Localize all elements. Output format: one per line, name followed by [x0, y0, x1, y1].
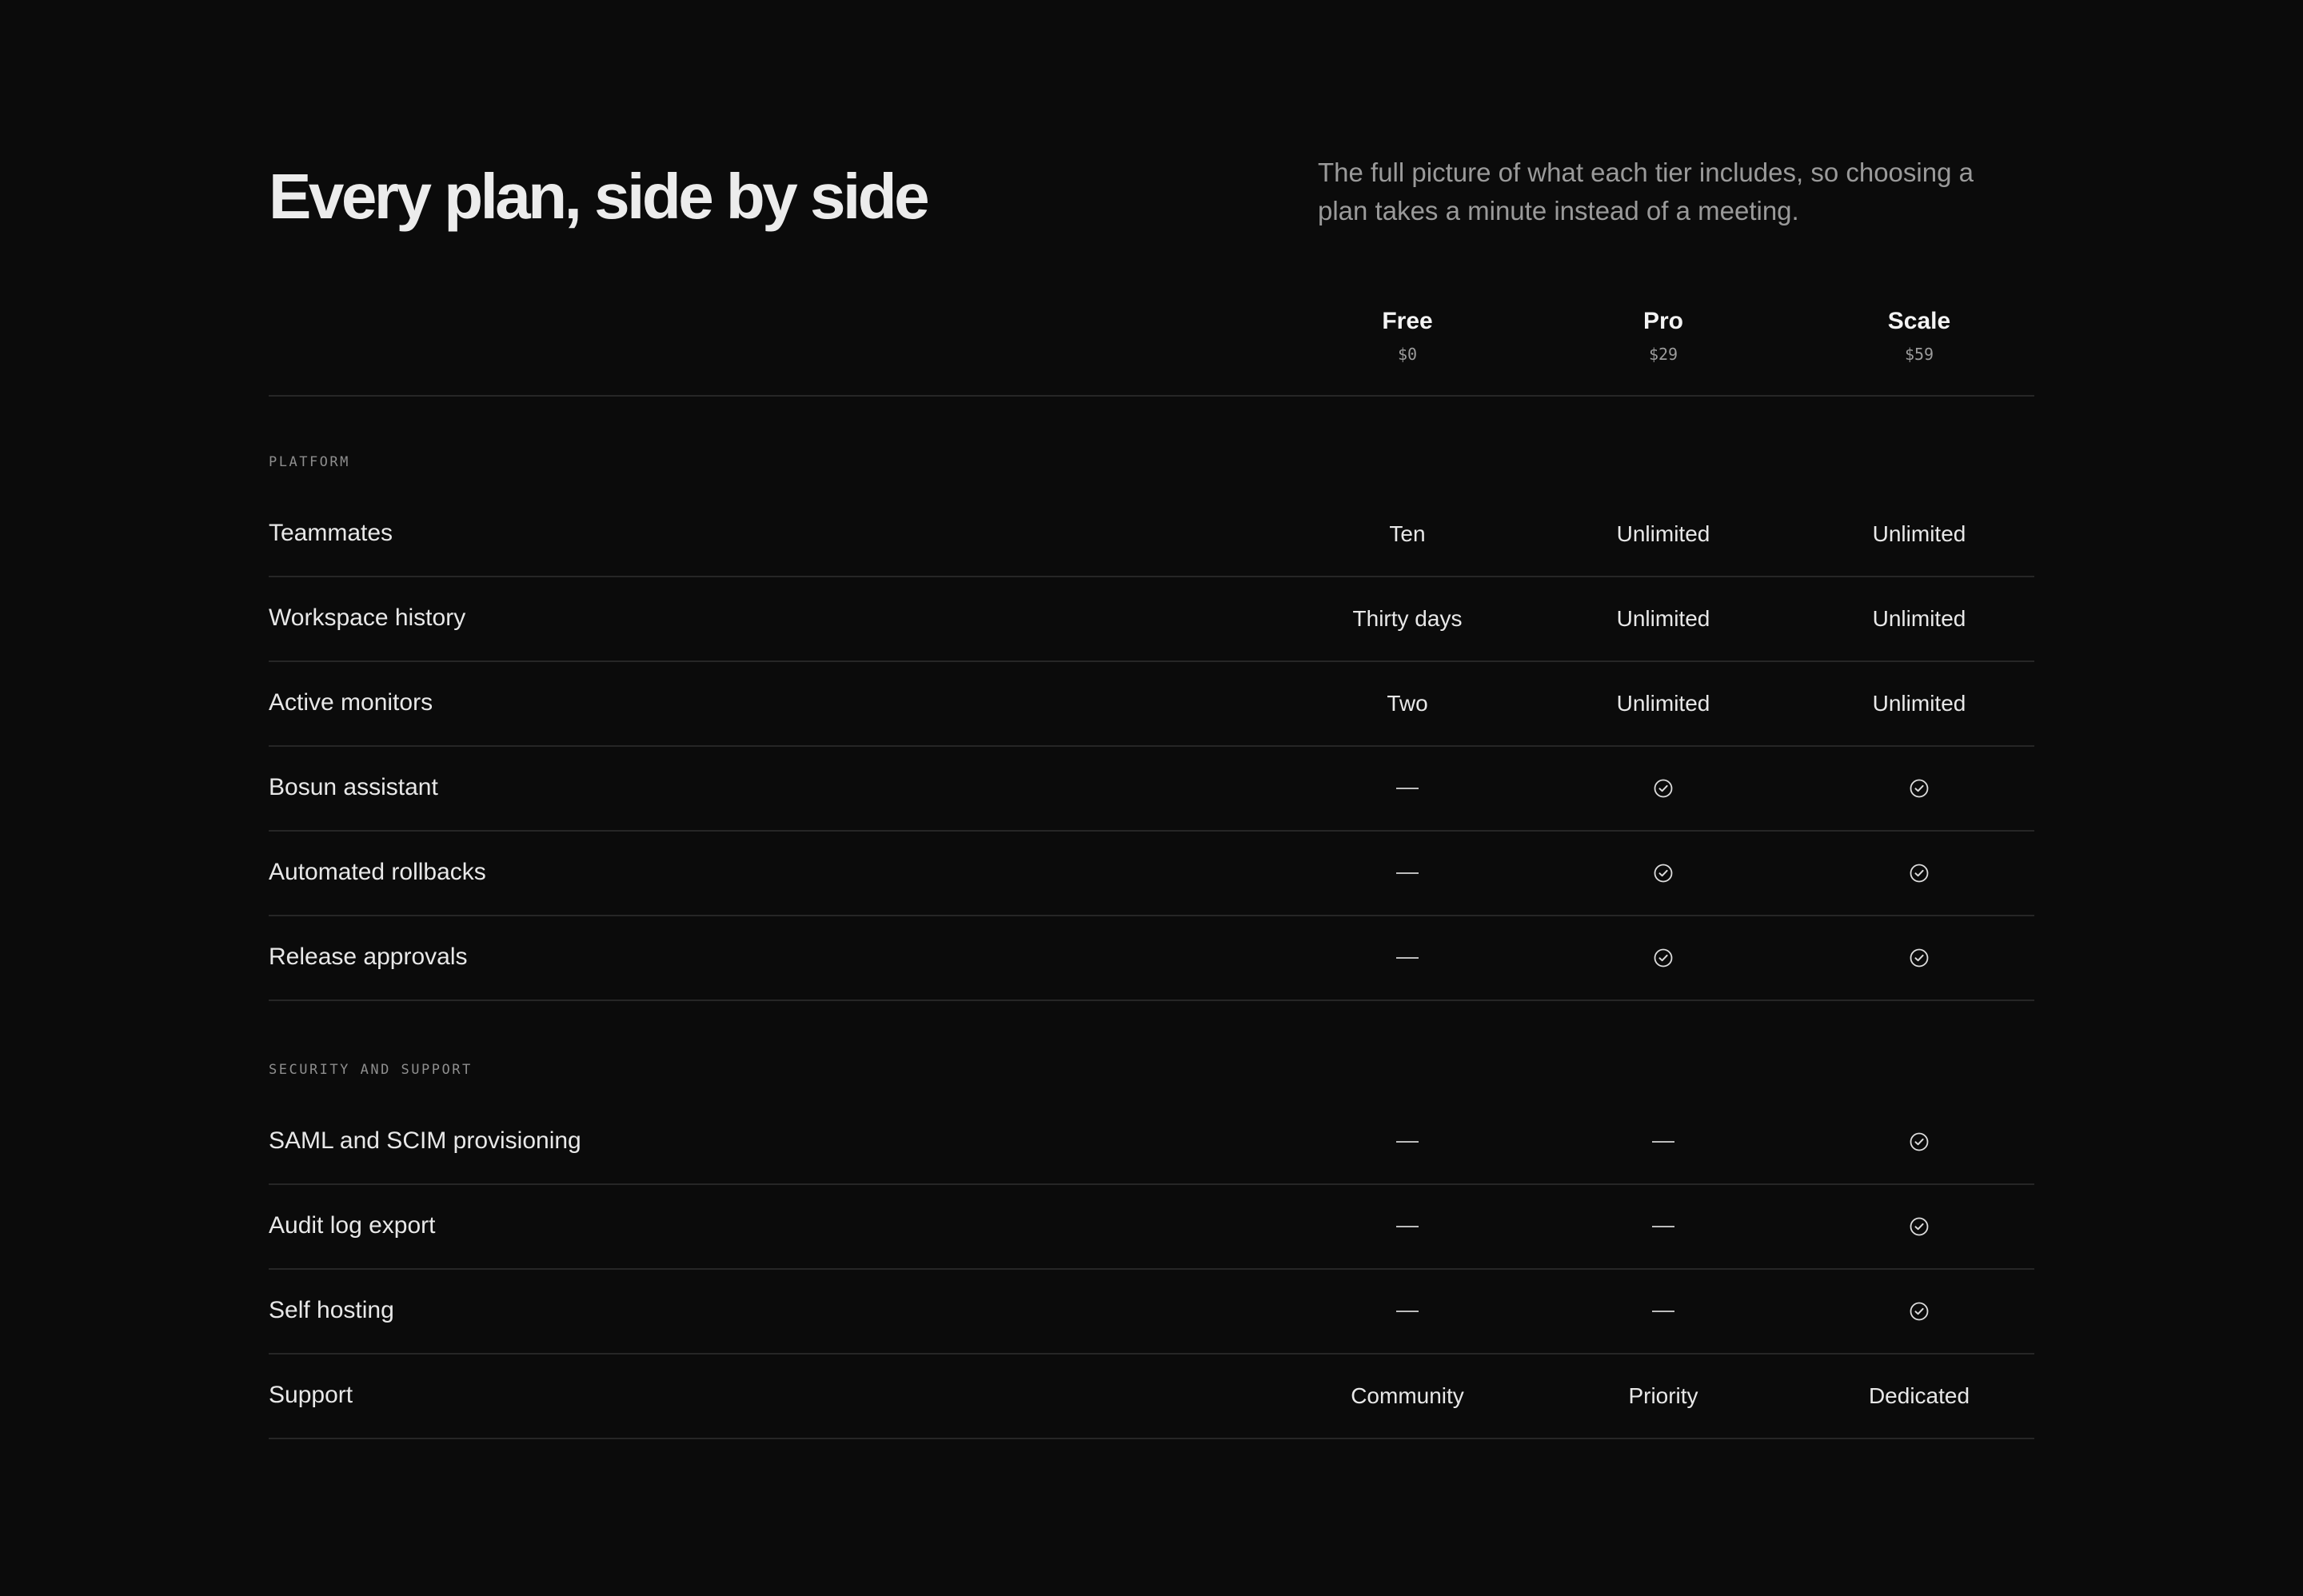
feature-row: Self hosting [269, 1270, 2034, 1355]
feature-name: Self hosting [269, 1297, 394, 1323]
plan-cell [1279, 916, 1535, 999]
check-icon [1654, 779, 1673, 798]
plan-cell: Unlimited [1535, 662, 1791, 745]
plan-column-free: Free $0 [1279, 304, 1535, 366]
check-icon [1654, 948, 1673, 968]
plan-cell [1791, 832, 2047, 915]
plan-cell [1279, 1270, 1535, 1353]
plan-value: Unlimited [1616, 606, 1710, 631]
section-label: PLATFORM [269, 454, 350, 470]
feature-row: Teammates Ten Unlimited Unlimited [269, 493, 2034, 577]
plan-name: Pro [1642, 308, 1683, 334]
page-subtitle: The full picture of what each tier inclu… [1318, 158, 1974, 225]
feature-name: Audit log export [269, 1212, 436, 1239]
plan-value: Unlimited [1872, 606, 1966, 631]
plan-column-pro: Pro $29 [1535, 304, 1791, 366]
feature-name: Support [269, 1382, 353, 1408]
feature-row: Audit log export [269, 1185, 2034, 1270]
check-icon [1910, 1132, 1929, 1151]
feature-name: SAML and SCIM provisioning [269, 1127, 581, 1154]
plan-cell: Community [1279, 1355, 1535, 1438]
plan-value: Unlimited [1616, 521, 1710, 546]
plan-name: Scale [1887, 308, 1951, 334]
plan-value: Dedicated [1868, 1383, 1970, 1408]
dash-icon [1396, 1311, 1419, 1312]
plan-column-scale: Scale $59 [1791, 304, 2047, 366]
plan-cell [1279, 1185, 1535, 1268]
dash-icon [1396, 957, 1419, 959]
feature-row: SAML and SCIM provisioning [269, 1100, 2034, 1185]
plan-cell: Unlimited [1535, 577, 1791, 660]
check-icon [1654, 864, 1673, 883]
plan-cell: Thirty days [1279, 577, 1535, 660]
plan-cell [1791, 747, 2047, 830]
plan-cell: Unlimited [1791, 493, 2047, 576]
plan-value: Two [1387, 691, 1428, 716]
plan-price: $29 [1648, 345, 1678, 364]
plan-price: $0 [1397, 345, 1418, 364]
plan-cell [1535, 747, 1791, 830]
check-icon [1910, 948, 1929, 968]
feature-name: Automated rollbacks [269, 859, 486, 885]
feature-name: Workspace history [269, 604, 466, 631]
dash-icon [1396, 872, 1419, 874]
plan-value: Thirty days [1352, 606, 1463, 631]
plan-cell [1791, 1100, 2047, 1183]
check-icon [1910, 779, 1929, 798]
plan-value: Ten [1389, 521, 1426, 546]
page-title: Every plan, side by side [269, 161, 930, 232]
plan-cell [1535, 1100, 1791, 1183]
plan-cell: Two [1279, 662, 1535, 745]
feature-name: Teammates [269, 520, 393, 546]
plan-cell [1535, 916, 1791, 999]
feature-row: Bosun assistant [269, 747, 2034, 832]
plans-header: Free $0 Pro $29 Scale $59 [269, 304, 2034, 397]
plan-cell [1791, 916, 2047, 999]
dash-icon [1396, 788, 1419, 789]
dash-icon [1396, 1226, 1419, 1227]
plan-cell: Unlimited [1535, 493, 1791, 576]
plan-cell: Dedicated [1791, 1355, 2047, 1438]
plan-value: Unlimited [1872, 691, 1966, 716]
dash-icon [1652, 1311, 1674, 1312]
plan-value: Priority [1628, 1383, 1698, 1408]
plan-cell: Priority [1535, 1355, 1791, 1438]
feature-name: Release approvals [269, 944, 468, 970]
feature-row: Support Community Priority Dedicated [269, 1355, 2034, 1439]
feature-row: Release approvals [269, 916, 2034, 1001]
check-icon [1910, 864, 1929, 883]
plan-cell [1535, 832, 1791, 915]
check-icon [1910, 1302, 1929, 1321]
plan-cell [1535, 1185, 1791, 1268]
plan-cell [1535, 1270, 1791, 1353]
dash-icon [1652, 1226, 1674, 1227]
section-label: SECURITY AND SUPPORT [269, 1062, 473, 1078]
dash-icon [1652, 1141, 1674, 1143]
plan-value: Unlimited [1616, 691, 1710, 716]
plan-cell [1279, 747, 1535, 830]
plan-name: Free [1382, 308, 1433, 334]
plan-cell: Unlimited [1791, 577, 2047, 660]
feature-name: Active monitors [269, 689, 433, 716]
plan-cell: Unlimited [1791, 662, 2047, 745]
plan-value: Unlimited [1872, 521, 1966, 546]
check-icon [1910, 1217, 1929, 1236]
plan-cell [1279, 1100, 1535, 1183]
plan-cell [1279, 832, 1535, 915]
dash-icon [1396, 1141, 1419, 1143]
plan-cell [1791, 1185, 2047, 1268]
plan-price: $59 [1904, 345, 1934, 364]
plan-value: Community [1351, 1383, 1464, 1408]
feature-row: Workspace history Thirty days Unlimited Unl… [269, 577, 2034, 662]
feature-row: Automated rollbacks [269, 832, 2034, 916]
feature-row: Active monitors Two Unlimited Unlimited [269, 662, 2034, 747]
plan-cell: Ten [1279, 493, 1535, 576]
plan-cell [1791, 1270, 2047, 1353]
feature-name: Bosun assistant [269, 774, 438, 800]
